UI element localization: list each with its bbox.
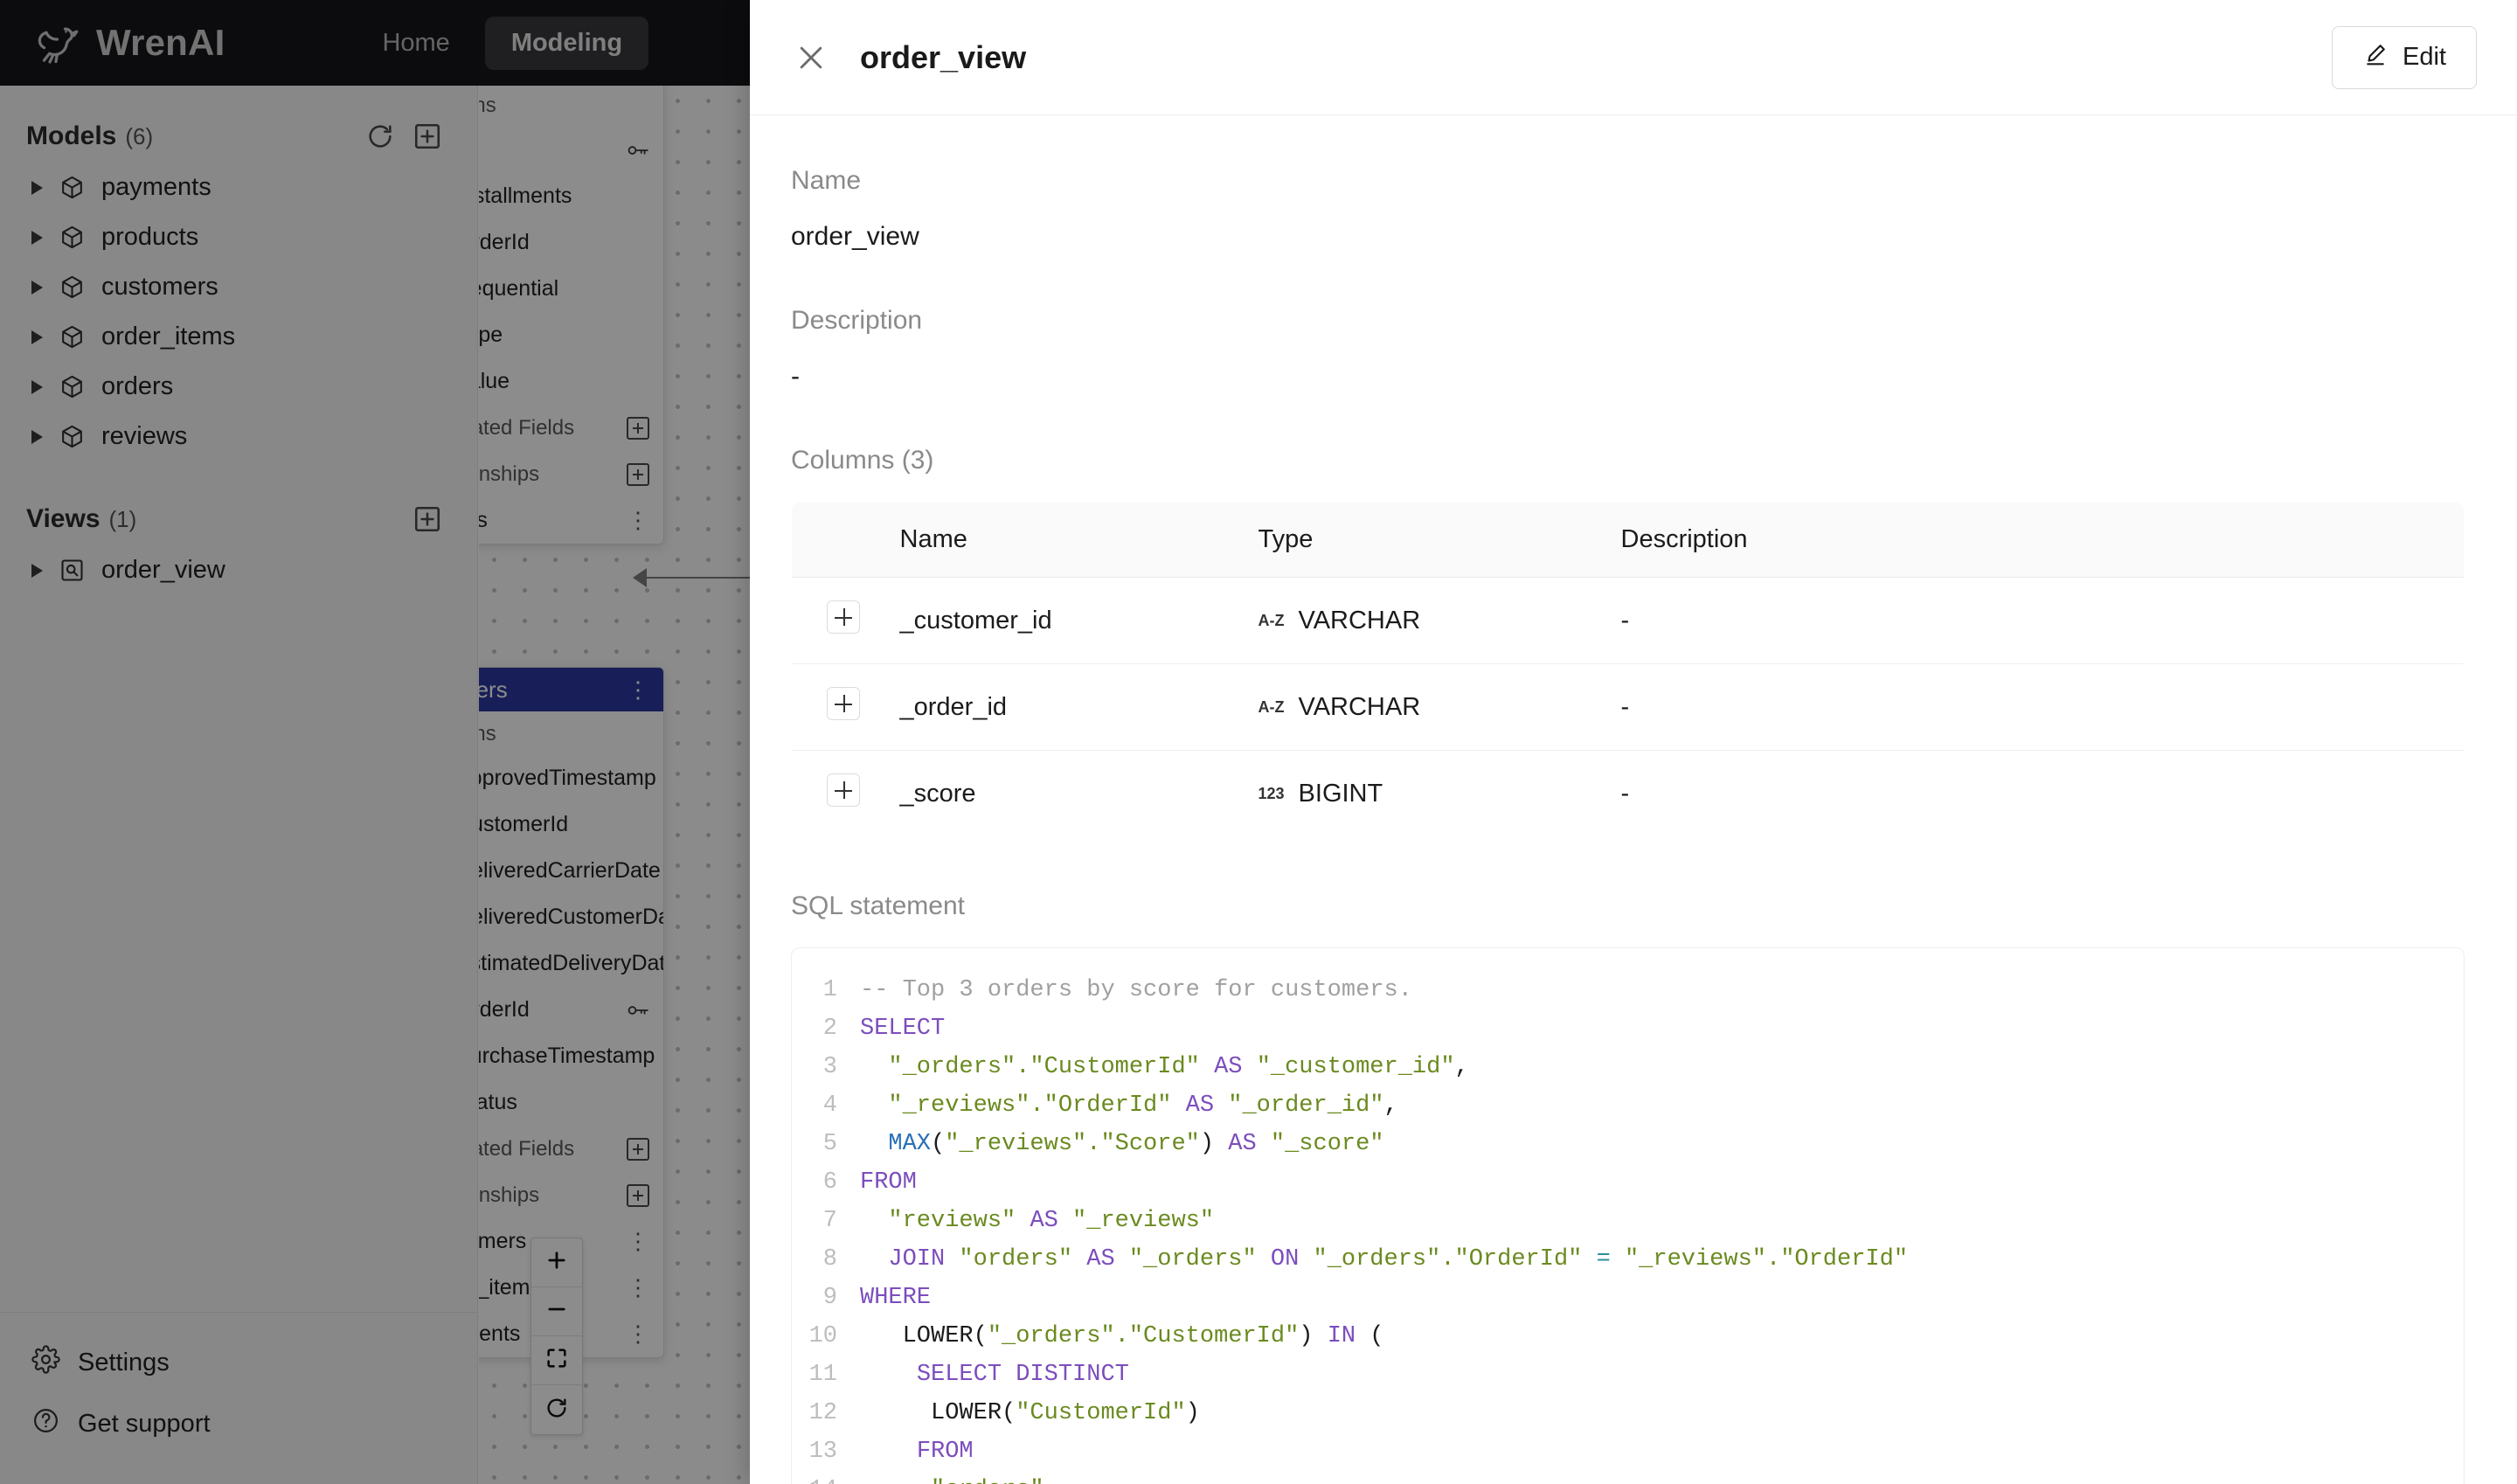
sql-line-number: 1 — [822, 977, 837, 1003]
td-type: A-Z VARCHAR — [1258, 577, 1621, 664]
sql-line-number: 14 — [792, 1471, 860, 1484]
columns-table: Name Type Description _customer_id A-Z V… — [791, 502, 2465, 837]
expand-row-icon[interactable] — [827, 687, 860, 720]
view-detail-drawer: order_view Edit Name order_view Descript… — [750, 0, 2517, 1484]
edit-button-label: Edit — [2403, 43, 2446, 71]
sql-line: 8 JOIN "orders" AS "_orders" ON "_orders… — [792, 1240, 2464, 1279]
sql-line-number: 8 — [822, 1246, 837, 1272]
td-description: - — [1620, 779, 1630, 808]
sql-line: 10 LOWER("_orders"."CustomerId") IN ( — [792, 1317, 2464, 1356]
sql-line: 2 SELECT — [792, 1009, 2464, 1048]
sql-block: SQL statement 1 -- Top 3 orders by score … — [791, 891, 2465, 1484]
sql-line-content: FROM — [916, 1439, 974, 1465]
type-az-icon: A-Z — [1258, 611, 1285, 629]
sql-line-number: 3 — [822, 1054, 837, 1080]
table-row: _customer_id A-Z VARCHAR - — [792, 577, 2464, 664]
expand-row-icon[interactable] — [827, 773, 860, 807]
sql-line-content: LOWER("CustomerId") — [931, 1400, 1200, 1426]
td-expand — [792, 577, 900, 664]
sql-line-number: 11 — [808, 1362, 837, 1388]
sql-line: 9 WHERE — [792, 1279, 2464, 1317]
td-type-text: VARCHAR — [1298, 692, 1421, 721]
name-value: order_view — [791, 222, 919, 251]
th-type: Type — [1258, 503, 1621, 578]
sql-line-number: 5 — [822, 1131, 837, 1157]
sql-line: 11 SELECT DISTINCT — [792, 1356, 2464, 1394]
sql-line: 3 "_orders"."CustomerId" AS "_customer_i… — [792, 1048, 2464, 1086]
sql-line-number: 7 — [822, 1208, 837, 1234]
th-expand — [792, 503, 900, 578]
sql-line: 6 FROM — [792, 1163, 2464, 1202]
name-label: Name — [791, 166, 862, 195]
sql-line: 13 FROM — [792, 1432, 2464, 1471]
edit-button[interactable]: Edit — [2332, 25, 2477, 89]
drawer-title: order_view — [860, 38, 1027, 75]
td-type: 123 BIGINT — [1258, 751, 1621, 837]
td-expand — [792, 663, 900, 751]
sql-line-content: "_orders"."CustomerId" AS "_customer_id"… — [888, 1054, 1469, 1080]
table-header-row: Name Type Description — [792, 503, 2464, 578]
sql-line: 14 "orders" — [792, 1471, 2464, 1484]
sql-line-content: "reviews" AS "_reviews" — [888, 1208, 1215, 1234]
td-description: - — [1620, 577, 2464, 664]
sql-label: SQL statement — [791, 891, 965, 920]
sql-line-number: 12 — [808, 1400, 837, 1426]
th-description: Description — [1620, 503, 2464, 578]
td-name: _customer_id — [899, 577, 1258, 664]
description-label: Description — [791, 306, 923, 335]
sql-line-content: "orders" — [860, 1471, 1044, 1484]
th-name: Name — [899, 503, 1258, 578]
close-icon[interactable] — [794, 40, 829, 75]
drawer-header: order_view Edit — [750, 0, 2517, 115]
sql-line-content: JOIN "orders" AS "_orders" ON "_orders".… — [888, 1246, 1909, 1272]
sql-line-number: 13 — [808, 1439, 837, 1465]
columns-table-header: Name Type Description — [792, 503, 2464, 578]
sql-line-content: WHERE — [860, 1285, 932, 1311]
sql-line-number: 2 — [822, 1016, 837, 1042]
td-name: _order_id — [899, 663, 1258, 751]
sql-line-content: LOWER("_orders"."CustomerId") IN ( — [902, 1323, 1384, 1349]
sql-code-block[interactable]: 1 -- Top 3 orders by score for customers.… — [791, 947, 2465, 1484]
sql-line-content: MAX("_reviews"."Score") AS "_score" — [888, 1131, 1384, 1157]
sql-line: 7 "reviews" AS "_reviews" — [792, 1202, 2464, 1240]
sql-line-number: 4 — [822, 1092, 837, 1119]
sql-line-content: "_reviews"."OrderId" AS "_order_id", — [888, 1092, 1398, 1119]
sql-line-content: FROM — [860, 1169, 917, 1196]
sql-line-content: SELECT DISTINCT — [916, 1362, 1129, 1388]
td-type-text: BIGINT — [1298, 779, 1383, 808]
pencil-icon — [2362, 41, 2389, 74]
td-type-text: VARCHAR — [1298, 606, 1421, 635]
columns-block: Columns (3) Name Type Description _custo… — [791, 446, 2465, 837]
sql-line-content: -- Top 3 orders by score for customers. — [860, 977, 1412, 1003]
sql-line: 4 "_reviews"."OrderId" AS "_order_id", — [792, 1086, 2464, 1125]
type-number-icon: 123 — [1258, 784, 1285, 802]
sql-line-number: 9 — [822, 1285, 837, 1311]
type-az-icon: A-Z — [1258, 697, 1285, 716]
td-description: - — [1620, 663, 2464, 751]
sql-line: 12 LOWER("CustomerId") — [792, 1394, 2464, 1432]
expand-row-icon[interactable] — [827, 600, 860, 634]
description-field-block: Description - — [791, 306, 2465, 392]
columns-label: Columns (3) — [791, 446, 934, 475]
sql-line-number: 6 — [822, 1169, 837, 1196]
sql-line-number: 10 — [808, 1323, 837, 1349]
columns-table-body: _customer_id A-Z VARCHAR - _order_id A-Z… — [792, 577, 2464, 837]
td-type: A-Z VARCHAR — [1258, 663, 1621, 751]
drawer-body: Name order_view Description - Columns (3… — [750, 115, 2517, 1484]
td-expand — [792, 751, 900, 837]
table-row: _score 123 BIGINT - — [792, 751, 2464, 837]
sql-line: 5 MAX("_reviews"."Score") AS "_score" — [792, 1125, 2464, 1163]
table-row: _order_id A-Z VARCHAR - — [792, 663, 2464, 751]
description-value: - — [791, 362, 800, 391]
sql-line: 1 -- Top 3 orders by score for customers. — [792, 971, 2464, 1009]
name-field-block: Name order_view — [791, 166, 2465, 252]
td-name: _score — [899, 779, 976, 808]
sql-line-content: SELECT — [860, 1016, 946, 1042]
